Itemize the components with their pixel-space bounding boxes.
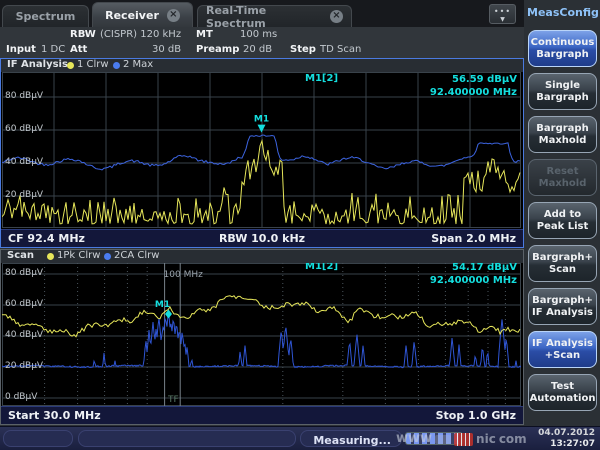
y-axis-label: 0 dBµV — [5, 392, 37, 402]
softkey-reset-maxhold: ResetMaxhold — [528, 159, 597, 196]
tab-spectrum[interactable]: Spectrum — [2, 5, 89, 27]
softkey-add-to-peak-list[interactable]: Add toPeak List — [528, 202, 597, 239]
svg-text:M1: M1 — [155, 300, 170, 310]
step-value: TD Scan — [320, 44, 361, 55]
att-field[interactable]: Att — [70, 44, 87, 55]
rbw-value: (CISPR) 120 kHz — [100, 29, 181, 40]
rbw-field[interactable]: RBW — [70, 29, 96, 40]
mt-field[interactable]: MT — [196, 29, 213, 40]
input-field[interactable]: Input — [6, 44, 36, 55]
trace1-legend[interactable]: 1Pk Clrw — [57, 250, 100, 261]
scan-panel-header: Scan 1Pk Clrw 2CA Clrw — [1, 250, 523, 263]
marker-readout: 56.59 dBµV 92.400000 MHz — [430, 73, 517, 99]
y-axis-label: 80 dBµV — [5, 91, 43, 101]
y-axis-label: 40 dBµV — [5, 330, 43, 340]
if-panel-header: IF Analysis 1 Clrw 2 Max — [1, 59, 523, 72]
instrument-screen: Spectrum Receiver × Real-Time Spectrum ×… — [0, 0, 600, 450]
softkey-bargraph-scan[interactable]: Bargraph+Scan — [528, 245, 597, 282]
marker-frequency: 92.400000 MHz — [430, 86, 517, 99]
y-axis-label: 20 dBµV — [5, 361, 43, 371]
softkey-sidebar: MeasConfig ContinuousBargraph SingleBarg… — [524, 0, 600, 426]
close-icon[interactable]: × — [167, 9, 180, 22]
status-bar: Measuring... www nic com 04.07.2012 13:2… — [0, 426, 600, 450]
y-axis-label: 60 dBµV — [5, 124, 43, 134]
marker-level: 54.17 dBµV — [430, 263, 517, 274]
softkey-bargraph-maxhold[interactable]: BargraphMaxhold — [528, 116, 597, 153]
marker-name: M1[2] — [305, 263, 338, 272]
tab-label: Real-Time Spectrum — [206, 4, 322, 30]
trace2-legend[interactable]: 2 Max — [123, 59, 153, 70]
trace2-legend[interactable]: 2CA Clrw — [114, 250, 159, 261]
att-value: 30 dB — [152, 44, 181, 55]
settings-bar: RBW (CISPR) 120 kHz MT 100 ms Input 1 DC… — [0, 27, 524, 58]
marker-name: M1[2] — [305, 73, 338, 84]
y-axis-label: 20 dBµV — [5, 190, 43, 200]
watermark: www nic com — [396, 431, 546, 447]
softkey-menu-title: MeasConfig — [527, 4, 597, 22]
status-message-pill: Measuring... — [300, 430, 402, 447]
stop-frequency[interactable]: Stop 1.0 GHz — [436, 409, 516, 422]
span-readout[interactable]: Span 2.0 MHz — [431, 232, 516, 245]
chevron-down-icon: ▼ — [490, 16, 515, 24]
time: 13:27:07 — [538, 439, 595, 450]
marker-level: 56.59 dBµV — [430, 73, 517, 86]
measuring-status: Measuring... — [313, 434, 391, 447]
if-chart[interactable]: M1 80 dBµV 60 dBµV 40 dBµV 20 dBµV M1[2]… — [2, 72, 522, 228]
y-axis-label: 40 dBµV — [5, 157, 43, 167]
softkey-continuous-bargraph[interactable]: ContinuousBargraph — [528, 30, 597, 67]
y-axis-label: 80 dBµV — [5, 268, 43, 278]
scan-panel-title: Scan — [7, 250, 34, 261]
trace2-color-dot — [104, 253, 111, 260]
mt-value: 100 ms — [240, 29, 277, 40]
svg-text:M1: M1 — [254, 115, 269, 125]
tab-label: Receiver — [105, 9, 159, 22]
start-frequency[interactable]: Start 30.0 MHz — [8, 409, 101, 422]
tab-bar: Spectrum Receiver × Real-Time Spectrum ×… — [0, 0, 524, 27]
if-footer-bar: CF 92.4 MHz RBW 10.0 kHz Span 2.0 MHz — [1, 229, 523, 247]
step-field[interactable]: Step — [290, 44, 316, 55]
trace2-color-dot — [113, 62, 120, 69]
dots-icon: ••• — [490, 8, 515, 16]
tab-list-dropdown-button[interactable]: ••• ▼ — [489, 4, 516, 24]
input-value: 1 DC — [41, 44, 65, 55]
taskbar-button[interactable] — [78, 430, 296, 447]
softkey-bargraph-if-analysis[interactable]: Bargraph+IF Analysis — [528, 288, 597, 325]
scan-footer-bar: Start 30.0 MHz Stop 1.0 GHz — [1, 406, 523, 424]
scan-panel: Scan 1Pk Clrw 2CA Clrw 100 MHz TF M1 80 dB… — [0, 249, 524, 425]
softkey-single-bargraph[interactable]: SingleBargraph — [528, 73, 597, 110]
date-time-display: 04.07.2012 13:27:07 — [538, 428, 595, 450]
watermark-red-badge — [454, 433, 473, 446]
scan-chart[interactable]: 100 MHz TF M1 80 dBµV 60 dBµV 40 dBµV 20 d… — [2, 263, 522, 406]
tab-realtime-spectrum[interactable]: Real-Time Spectrum × — [197, 5, 352, 27]
date: 04.07.2012 — [538, 428, 595, 439]
trace1-legend[interactable]: 1 Clrw — [77, 59, 109, 70]
softkey-if-analysis-scan[interactable]: IF Analysis+Scan — [528, 331, 597, 368]
preamp-value: 20 dB — [243, 44, 272, 55]
trace1-color-dot — [67, 62, 74, 69]
taskbar-button[interactable] — [3, 430, 73, 447]
close-icon[interactable]: × — [330, 10, 343, 23]
tab-label: Spectrum — [16, 10, 76, 23]
tab-receiver[interactable]: Receiver × — [92, 2, 193, 27]
trace1-color-dot — [47, 253, 54, 260]
svg-text:100 MHz: 100 MHz — [164, 270, 204, 280]
watermark-blob — [435, 435, 451, 444]
y-axis-label: 60 dBµV — [5, 299, 43, 309]
preamp-field[interactable]: Preamp — [196, 44, 239, 55]
svg-text:TF: TF — [167, 395, 179, 405]
marker-frequency: 92.400000 MHz — [430, 274, 517, 287]
marker-readout: 54.17 dBµV 92.400000 MHz — [430, 263, 517, 287]
softkey-test-automation[interactable]: TestAutomation — [528, 374, 597, 411]
if-analysis-panel: IF Analysis 1 Clrw 2 Max M1 80 dBµV 60 d… — [0, 58, 524, 248]
if-panel-title: IF Analysis — [7, 59, 68, 70]
